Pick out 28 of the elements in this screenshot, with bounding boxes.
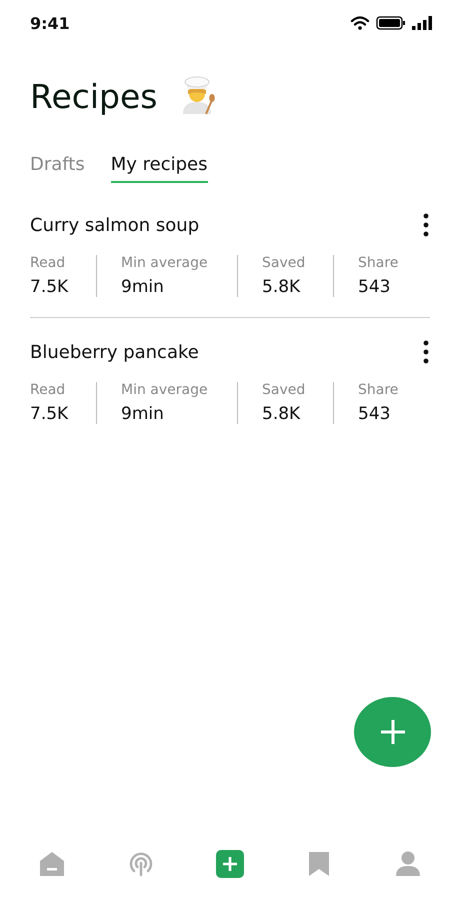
stat-value: 7.5K — [30, 277, 70, 297]
stat-label: Min average — [121, 255, 209, 271]
stat-label: Saved — [262, 382, 306, 398]
stat-value: 7.5K — [30, 404, 70, 424]
stat-label: Min average — [121, 382, 209, 398]
recipe-title: Curry salmon soup — [30, 214, 200, 236]
stat-value: 5.8K — [262, 277, 302, 297]
more-icon[interactable] — [422, 213, 430, 237]
battery-icon — [376, 16, 406, 30]
wifi-icon — [350, 16, 370, 30]
signal-icon — [412, 16, 432, 30]
stat-value: 9min — [121, 404, 165, 424]
status-time: 9:41 — [30, 14, 70, 32]
more-icon[interactable] — [422, 340, 430, 364]
stat-label: Read — [30, 255, 66, 271]
tab[interactable]: Drafts — [30, 154, 85, 183]
stat-label: Saved — [262, 255, 306, 271]
stat-label: Share — [358, 382, 400, 398]
tab[interactable]: My recipes — [110, 154, 208, 183]
stat-value: 9min — [121, 277, 165, 297]
stat-label: Read — [30, 382, 66, 398]
recipe-title: Blueberry pancake — [30, 342, 199, 362]
page-title: Recipes — [30, 76, 158, 116]
stat-value: 543 — [358, 277, 392, 297]
plus-icon — [378, 718, 406, 746]
stat-value: 5.8K — [262, 404, 302, 424]
stat-value: 543 — [358, 404, 392, 424]
stat-label: Share — [358, 255, 400, 271]
